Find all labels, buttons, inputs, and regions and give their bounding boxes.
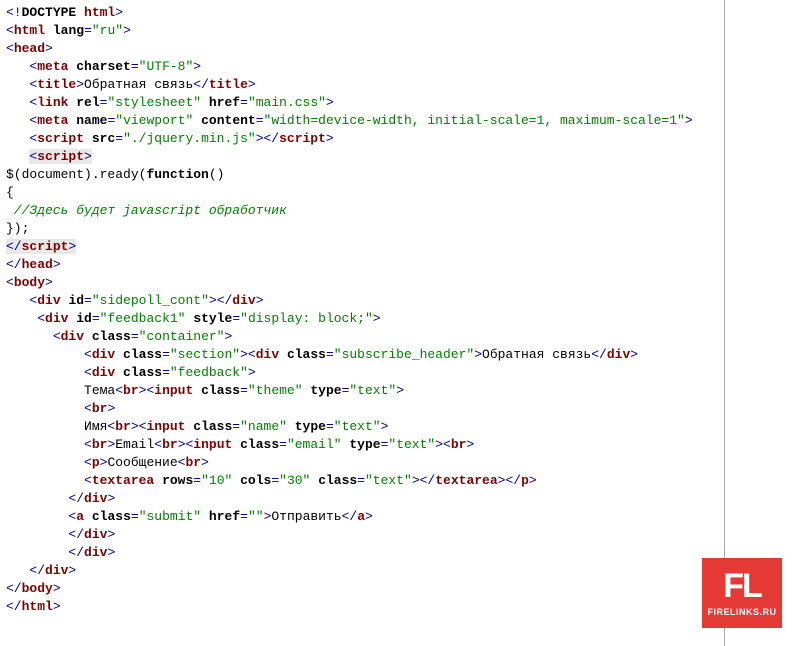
line-20: <div class="section"><div class="subscri… — [6, 347, 638, 362]
line-5: <title>Обратная связь</title> — [6, 77, 256, 92]
line-29: <a class="submit" href="">Отправить</a> — [6, 509, 373, 524]
logo-sub: FIRELINKS.RU — [708, 607, 777, 617]
line-17: <div id="sidepoll_cont"></div> — [6, 293, 264, 308]
line-27: <textarea rows="10" cols="30" class="tex… — [6, 473, 537, 488]
line-21: <div class="feedback"> — [6, 365, 256, 380]
line-33: </body> — [6, 581, 61, 596]
line-3: <head> — [6, 41, 53, 56]
line-26: <p>Сообщение<br> — [6, 455, 209, 470]
line-2: <html lang="ru"> — [6, 23, 131, 38]
line-28: </div> — [6, 491, 115, 506]
line-13: }); — [6, 221, 29, 236]
line-22: Тема<br><input class="theme" type="text"… — [6, 383, 404, 398]
line-9: <script> — [6, 149, 92, 164]
line-15: </head> — [6, 257, 61, 272]
watermark-logo: FL FIRELINKS.RU — [702, 558, 782, 628]
line-6: <link rel="stylesheet" href="main.css"> — [6, 95, 334, 110]
logo-main: FL — [723, 569, 761, 603]
line-16: <body> — [6, 275, 53, 290]
line-7: <meta name="viewport" content="width=dev… — [6, 113, 693, 128]
line-8: <script src="./jquery.min.js"></script> — [6, 131, 334, 146]
line-11: { — [6, 185, 14, 200]
line-23: <br> — [6, 401, 115, 416]
line-1: <!DOCTYPE html> — [6, 5, 123, 20]
line-34: </html> — [6, 599, 61, 614]
line-25: <br>Email<br><input class="email" type="… — [6, 437, 474, 452]
line-31: </div> — [6, 545, 115, 560]
line-10: $(document).ready(function() — [6, 167, 224, 182]
line-18: <div id="feedback1" style="display: bloc… — [6, 311, 381, 326]
line-12: //Здесь будет javascript обработчик — [6, 203, 287, 218]
line-30: </div> — [6, 527, 115, 542]
line-24: Имя<br><input class="name" type="text"> — [6, 419, 388, 434]
line-4: <meta charset="UTF-8"> — [6, 59, 201, 74]
line-32: </div> — [6, 563, 76, 578]
line-14: </script> — [6, 239, 76, 254]
editor-right-ruler — [724, 0, 725, 646]
line-19: <div class="container"> — [6, 329, 232, 344]
code-editor: <!DOCTYPE html> <html lang="ru"> <head> … — [0, 0, 800, 620]
